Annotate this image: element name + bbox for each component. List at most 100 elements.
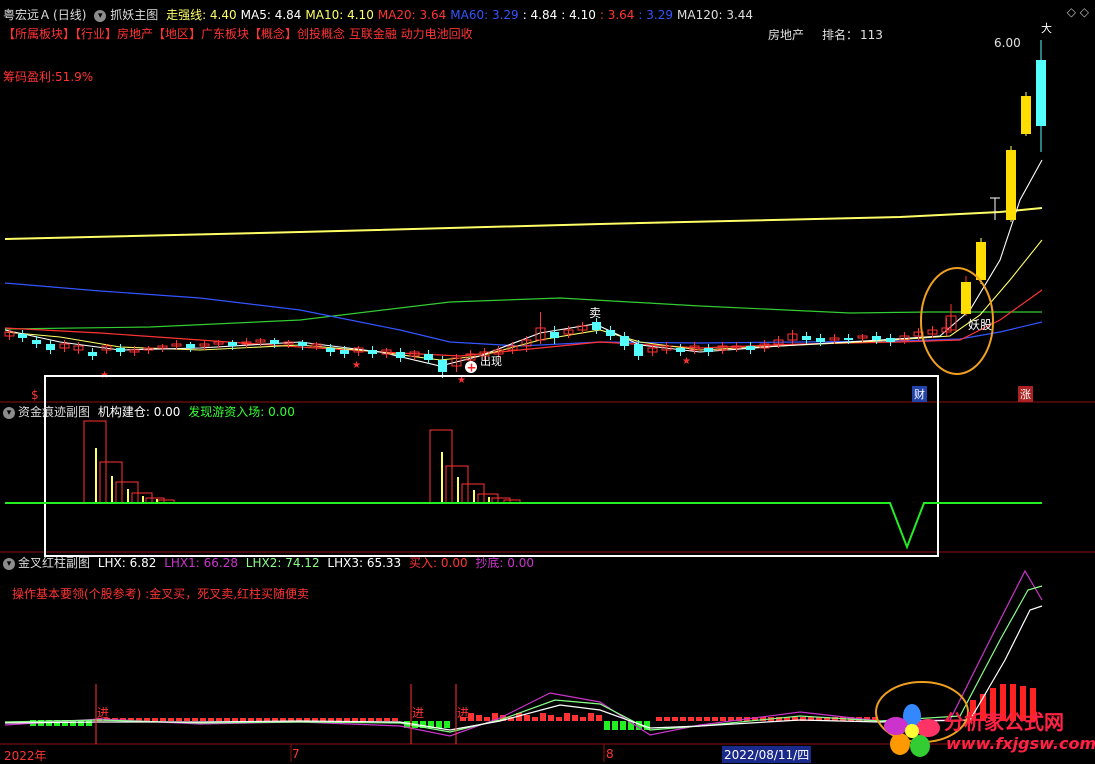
- watermark: 分析家公式网 www.fxjgsw.com: [882, 700, 1095, 758]
- funds-bars: [83, 420, 521, 504]
- panel2-title[interactable]: 资金痕迹副图: [18, 405, 90, 419]
- lhx3-label: LHX3:: [327, 556, 367, 570]
- panel3-toggle-icon[interactable]: ▾: [3, 557, 15, 570]
- macd-bar: [240, 718, 246, 721]
- candle-body: [550, 332, 559, 338]
- macd-bar: [224, 718, 230, 721]
- candle-body: [592, 322, 601, 330]
- ma120-line: [4, 297, 1042, 330]
- axis-aug: 8: [606, 747, 614, 761]
- macd-bar: [232, 718, 238, 721]
- macd-bar: [264, 718, 270, 721]
- macd-bar: [272, 718, 278, 721]
- lhx1-label: LHX1:: [164, 556, 204, 570]
- watermark-cn: 分析家公式网: [944, 710, 1064, 734]
- panel3-title[interactable]: 金叉红柱副图: [18, 556, 90, 570]
- candle-body: [88, 352, 97, 356]
- axis-year: 2022年: [4, 749, 47, 763]
- macd-bar: [548, 715, 554, 721]
- macd-bar: [436, 721, 442, 728]
- macd-bar: [184, 718, 190, 721]
- star-marker: ★: [352, 360, 361, 371]
- macd-bar: [344, 718, 350, 721]
- panel2-toggle-icon[interactable]: ▾: [3, 406, 15, 419]
- zhang-badge[interactable]: 涨: [1018, 386, 1033, 402]
- macd-bar: [176, 718, 182, 721]
- buy-label: 买入:: [409, 556, 441, 570]
- macd-bar: [540, 713, 546, 721]
- macd-bar: [256, 718, 262, 721]
- macd-bar: [696, 717, 702, 721]
- macd-bar: [664, 717, 670, 721]
- candlesticks[interactable]: [4, 40, 1046, 378]
- finance-badge[interactable]: 财: [912, 386, 927, 402]
- lhx3-value: 65.33: [366, 556, 402, 570]
- panel2-header: ▾ 资金痕迹副图 机构建仓: 0.00 发现游资入场: 0.00: [3, 403, 295, 420]
- lhx2-label: LHX2:: [245, 556, 286, 570]
- candle-body: [704, 348, 713, 352]
- lhx1-value: 66.28: [203, 556, 238, 570]
- macd-bar: [580, 717, 586, 721]
- candle-body: [270, 340, 279, 344]
- macd-bar: [484, 717, 490, 721]
- macd-bar: [672, 717, 678, 721]
- macd-bar: [572, 715, 578, 721]
- candle-body: [886, 338, 895, 342]
- macd-bar: [556, 717, 562, 721]
- macd-bar: [376, 718, 382, 721]
- candle-body: [606, 330, 615, 336]
- ma60-line: [4, 282, 1043, 347]
- candle-body: [844, 338, 853, 340]
- jin-marker: 进: [412, 706, 425, 720]
- svg-text:+: +: [467, 361, 477, 375]
- candle-body: [816, 338, 825, 342]
- cursor-date: 2022/08/11/四: [722, 746, 812, 763]
- dollar-label: $: [31, 388, 39, 402]
- jigou-value: 0.00: [153, 405, 181, 419]
- candle-body: [438, 360, 447, 372]
- macd-bar: [216, 718, 222, 721]
- candle-body: [18, 334, 27, 338]
- macd-bar: [712, 717, 718, 721]
- candle-body: [32, 340, 41, 344]
- macd-bar: [360, 718, 366, 721]
- macd-bar: [144, 718, 150, 721]
- macd-bar: [328, 718, 334, 721]
- jigou-label: 机构建仓:: [97, 405, 154, 419]
- jin-marker: 进: [457, 706, 470, 720]
- candle-body: [340, 350, 349, 354]
- strong-line: [4, 207, 1043, 240]
- macd-bar: [352, 718, 358, 721]
- flower-logo-icon: [884, 704, 940, 757]
- candle-body: [676, 348, 685, 352]
- macd-bar: [620, 721, 626, 730]
- macd-bar: [160, 718, 166, 721]
- candle-body: [186, 344, 195, 348]
- macd-bar: [192, 718, 198, 721]
- youzi-label: 发现游资入场:: [188, 405, 269, 419]
- jin-marker: 进: [97, 706, 110, 720]
- candle-body: [424, 354, 433, 360]
- candle-body: [976, 242, 986, 280]
- macd-bar: [392, 718, 398, 721]
- macd-bar: [596, 715, 602, 721]
- candle-body: [961, 282, 971, 314]
- candle-body: [46, 344, 55, 350]
- macd-bar: [656, 717, 662, 721]
- macd-bar: [168, 718, 174, 721]
- macd-bar: [248, 718, 254, 721]
- lhx-label: LHX:: [97, 556, 130, 570]
- macd-bar: [524, 715, 530, 721]
- ma5-line: [4, 159, 1043, 367]
- macd-bar: [384, 718, 390, 721]
- macd-bar: [152, 718, 158, 721]
- watermark-url: www.fxjgsw.com: [946, 734, 1095, 753]
- macd-bar: [588, 713, 594, 721]
- candle-body: [802, 336, 811, 340]
- macd-bar: [444, 721, 450, 728]
- candle-body: [116, 348, 125, 352]
- chart-canvas[interactable]: ★ ★ ★ ★ +: [0, 0, 1095, 762]
- candle-body: [1021, 96, 1031, 134]
- candle-body: [368, 350, 377, 354]
- candle-body: [396, 352, 405, 358]
